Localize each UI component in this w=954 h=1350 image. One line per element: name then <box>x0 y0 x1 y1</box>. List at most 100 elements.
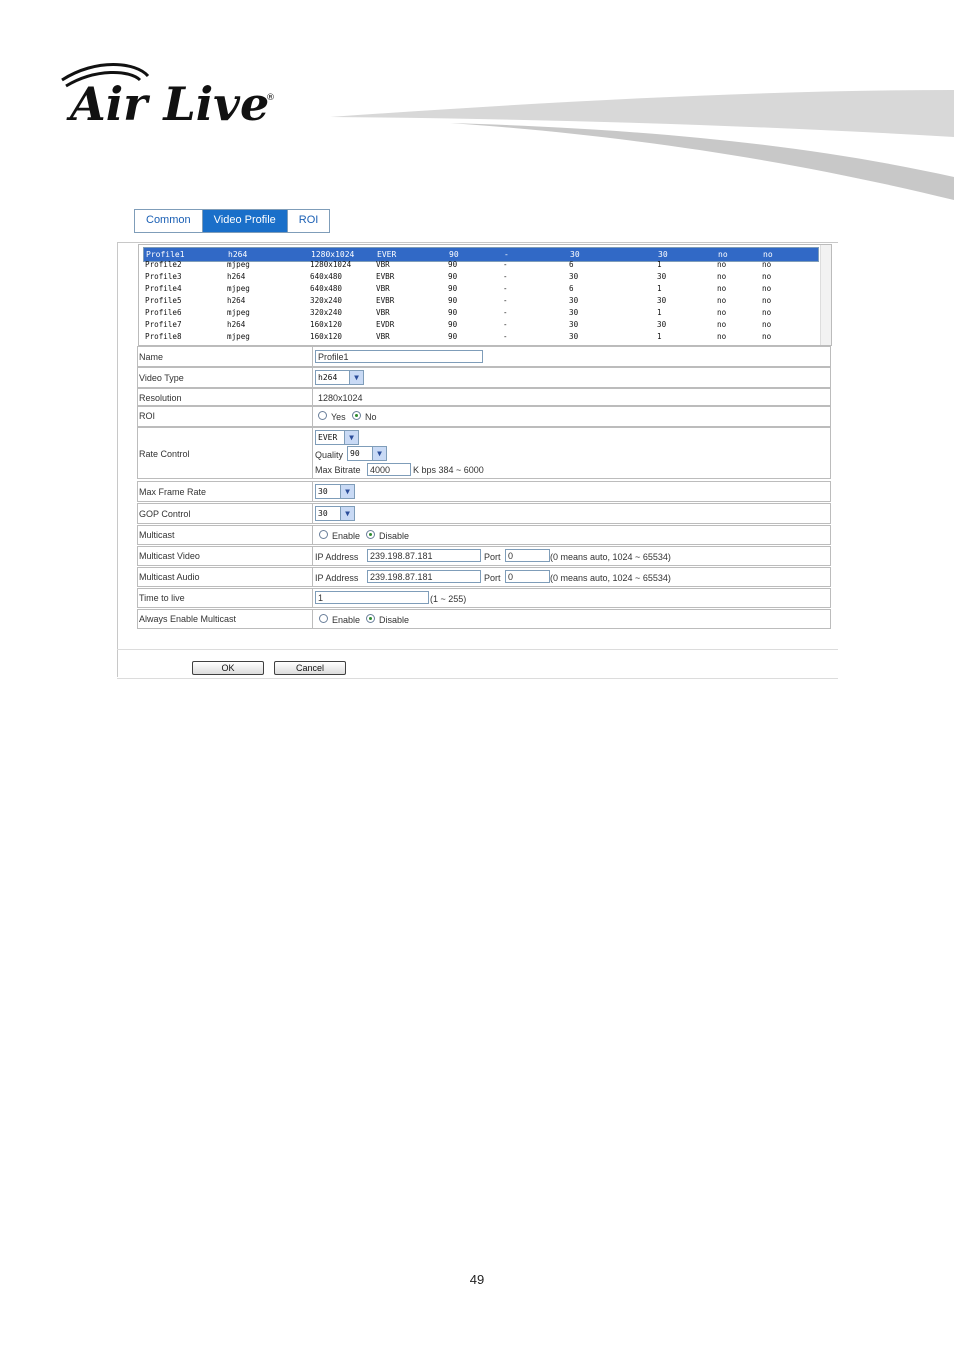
multicast-video-port-input[interactable]: 0 <box>505 549 550 562</box>
always-multicast-enable-label: Enable <box>332 615 361 625</box>
name-input[interactable]: Profile1 <box>315 350 483 363</box>
profile-cell: mjpeg <box>227 332 250 341</box>
profile-cell: no <box>762 296 772 305</box>
tab-roi[interactable]: ROI <box>287 210 330 232</box>
profile-row[interactable]: Profile4 mjpeg 640x480 VBR 90 - 6 1 no no <box>143 283 819 295</box>
profile-cell: VBR <box>376 284 390 293</box>
always-multicast-enable-radio[interactable] <box>319 614 328 623</box>
profile-cell: - <box>503 284 508 293</box>
multicast-video-port-label: Port <box>484 552 501 562</box>
chevron-down-icon: ▼ <box>344 431 358 444</box>
multicast-audio-port-input[interactable]: 0 <box>505 570 550 583</box>
profile-cell: no <box>717 308 727 317</box>
profile-cell: 1 <box>657 308 662 317</box>
profile-cell: 90 <box>448 284 458 293</box>
roi-no-label: No <box>365 412 377 422</box>
multicast-video-label: Multicast Video <box>139 551 200 561</box>
profile-cell: 90 <box>448 332 458 341</box>
multicast-video-hint: (0 means auto, 1024 ~ 65534) <box>550 552 671 562</box>
header-swoosh <box>330 90 954 200</box>
profile-row[interactable]: Profile3 h264 640x480 EVBR 90 - 30 30 no no <box>143 271 819 283</box>
profile-cell: 90 <box>448 308 458 317</box>
max-frame-rate-select[interactable]: 30 ▼ <box>315 484 355 499</box>
profile-cell: no <box>762 284 772 293</box>
quality-select[interactable]: 90 ▼ <box>347 446 387 461</box>
profile-cell: 320x240 <box>310 308 343 317</box>
profile-cell: VBR <box>376 260 390 269</box>
profile-list-scrollbar[interactable] <box>820 245 831 345</box>
profile-cell: 90 <box>448 272 458 281</box>
svg-text:Air Live: Air Live <box>66 77 269 128</box>
multicast-video-ip-input[interactable]: 239.198.87.181 <box>367 549 481 562</box>
multicast-enable-radio[interactable] <box>319 530 328 539</box>
always-multicast-disable-radio[interactable] <box>366 614 375 623</box>
roi-no-radio[interactable] <box>352 411 361 420</box>
profile-cell: 1 <box>657 284 662 293</box>
row-multicast-audio: Multicast Audio IP Address 239.198.87.18… <box>137 567 831 587</box>
profile-cell: no <box>717 332 727 341</box>
multicast-audio-ip-input[interactable]: 239.198.87.181 <box>367 570 481 583</box>
ok-button[interactable]: OK <box>192 661 264 675</box>
profile-row[interactable]: Profile8 mjpeg 160x120 VBR 90 - 30 1 no no <box>143 331 819 343</box>
profile-cell: - <box>503 272 508 281</box>
row-rate-control: Rate Control EVER ▼ Quality 90 ▼ Max Bitra… <box>137 427 831 479</box>
max-frame-rate-value: 30 <box>318 487 328 496</box>
profile-cell: 640x480 <box>310 284 343 293</box>
page-number: 49 <box>469 1272 485 1287</box>
quality-value: 90 <box>350 449 360 458</box>
profile-cell: no <box>762 332 772 341</box>
row-max-frame-rate: Max Frame Rate 30 ▼ <box>137 481 831 502</box>
profile-cell: Profile6 <box>145 308 182 317</box>
resolution-value: 1280x1024 <box>318 393 363 403</box>
profile-cell: Profile8 <box>145 332 182 341</box>
multicast-disable-radio[interactable] <box>366 530 375 539</box>
multicast-audio-hint: (0 means auto, 1024 ~ 65534) <box>550 573 671 583</box>
profile-row[interactable]: Profile5 h264 320x240 EVBR 90 - 30 30 no no <box>143 295 819 307</box>
profile-cell: h264 <box>227 272 246 281</box>
profile-cell: 30 <box>657 296 667 305</box>
ttl-input[interactable]: 1 <box>315 591 429 604</box>
max-bitrate-hint: K bps 384 ~ 6000 <box>413 465 484 475</box>
profile-cell: no <box>762 260 772 269</box>
profile-cell: 160x120 <box>310 320 343 329</box>
tab-video-profile[interactable]: Video Profile <box>202 210 288 232</box>
profile-cell: mjpeg <box>227 308 250 317</box>
profile-cell: 30 <box>569 308 579 317</box>
profile-cell: Profile5 <box>145 296 182 305</box>
row-name: Name Profile1 <box>137 346 831 367</box>
rate-control-select[interactable]: EVER ▼ <box>315 430 359 445</box>
tab-common[interactable]: Common <box>135 210 203 232</box>
profile-row[interactable]: Profile2 mjpeg 1280x1024 VBR 90 - 6 1 no no <box>143 259 819 271</box>
profile-cell: EVDR <box>376 320 395 329</box>
profile-cell: h264 <box>227 320 246 329</box>
multicast-video-ip-label: IP Address <box>315 552 359 562</box>
row-resolution: Resolution 1280x1024 <box>137 388 831 406</box>
profile-list[interactable]: Profile1 h264 1280x1024 EVER 90-30 30 no no Prof… <box>138 244 832 346</box>
cancel-button[interactable]: Cancel <box>274 661 346 675</box>
multicast-enable-label: Enable <box>332 531 361 541</box>
gop-control-select[interactable]: 30 ▼ <box>315 506 355 521</box>
profile-cell: 320x240 <box>310 296 343 305</box>
video-type-select[interactable]: h264 ▼ <box>315 370 364 385</box>
button-bar: OK Cancel <box>117 649 838 679</box>
roi-yes-radio[interactable] <box>318 411 327 420</box>
ttl-label: Time to live <box>139 593 185 603</box>
profile-cell: 30 <box>657 272 667 281</box>
profile-cell: VBR <box>376 308 390 317</box>
profile-cell: 6 <box>569 260 574 269</box>
profile-row[interactable]: Profile6 mjpeg 320x240 VBR 90 - 30 1 no no <box>143 307 819 319</box>
profile-cell: 30 <box>569 272 579 281</box>
profile-cell: - <box>503 332 508 341</box>
profile-cell: no <box>717 320 727 329</box>
max-bitrate-input[interactable]: 4000 <box>367 463 411 476</box>
profile-cell: Profile3 <box>145 272 182 281</box>
profile-cell: 6 <box>569 284 574 293</box>
profile-cell: 1 <box>657 260 662 269</box>
profile-row[interactable]: Profile7 h264 160x120 EVDR 90 - 30 30 no no <box>143 319 819 331</box>
max-frame-rate-label: Max Frame Rate <box>139 487 207 497</box>
row-gop-control: GOP Control 30 ▼ <box>137 503 831 524</box>
profile-cell: no <box>762 320 772 329</box>
profile-cell: - <box>503 320 508 329</box>
gop-control-label: GOP Control <box>139 509 191 519</box>
profile-cell: no <box>717 284 727 293</box>
